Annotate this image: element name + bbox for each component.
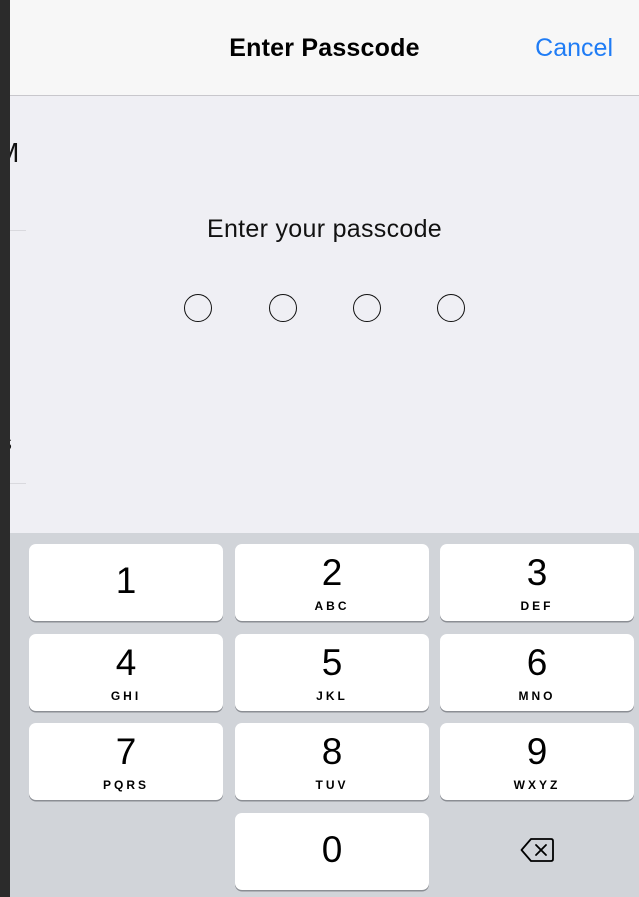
key-letters: JKL <box>316 689 348 703</box>
key-letters: WXYZ <box>513 778 561 792</box>
empty-key <box>29 813 223 890</box>
passcode-dot-4 <box>437 294 465 322</box>
key-0[interactable]: 0 <box>235 813 429 890</box>
key-1[interactable]: 1 <box>29 544 223 621</box>
passcode-dot-1 <box>184 294 212 322</box>
key-digit: 1 <box>115 560 137 601</box>
key-digit: 4 <box>115 642 137 683</box>
key-letters: DEF <box>520 599 554 613</box>
key-3[interactable]: 3 DEF <box>440 544 634 621</box>
backspace-icon <box>520 838 554 862</box>
key-letters: MNO <box>518 689 556 703</box>
key-9[interactable]: 9 WXYZ <box>440 723 634 800</box>
key-digit: 3 <box>526 552 548 593</box>
key-digit: 2 <box>321 552 343 593</box>
passcode-dots <box>184 294 484 326</box>
navigation-bar: Enter Passcode Cancel <box>10 0 639 96</box>
passcode-dot-3 <box>353 294 381 322</box>
delete-button[interactable] <box>440 813 634 890</box>
key-digit: 9 <box>526 731 548 772</box>
key-digit: 6 <box>526 642 548 683</box>
divider <box>10 483 26 484</box>
passcode-prompt: Enter your passcode <box>207 215 442 243</box>
key-digit: 0 <box>321 829 343 870</box>
key-4[interactable]: 4 GHI <box>29 634 223 711</box>
key-6[interactable]: 6 MNO <box>440 634 634 711</box>
key-letters: TUV <box>315 778 349 792</box>
cancel-button[interactable]: Cancel <box>535 34 613 63</box>
key-digit: 8 <box>321 731 343 772</box>
numeric-keypad: 1 2 ABC 3 DEF 4 GHI 5 JKL 6 MNO 7 PQRS 8 <box>10 533 639 897</box>
key-letters: PQRS <box>102 778 149 792</box>
key-5[interactable]: 5 JKL <box>235 634 429 711</box>
background-text-fragment: ls <box>10 430 12 456</box>
passcode-dot-2 <box>269 294 297 322</box>
key-digit: 5 <box>321 642 343 683</box>
key-digit: 7 <box>115 731 137 772</box>
background-content-edge: M ls <box>10 95 36 535</box>
passcode-screen: M ls Enter Passcode Cancel Enter your pa… <box>10 0 639 897</box>
background-text-fragment: M <box>10 137 19 169</box>
key-7[interactable]: 7 PQRS <box>29 723 223 800</box>
key-2[interactable]: 2 ABC <box>235 544 429 621</box>
key-8[interactable]: 8 TUV <box>235 723 429 800</box>
key-letters: ABC <box>314 599 350 613</box>
key-letters: GHI <box>110 689 142 703</box>
